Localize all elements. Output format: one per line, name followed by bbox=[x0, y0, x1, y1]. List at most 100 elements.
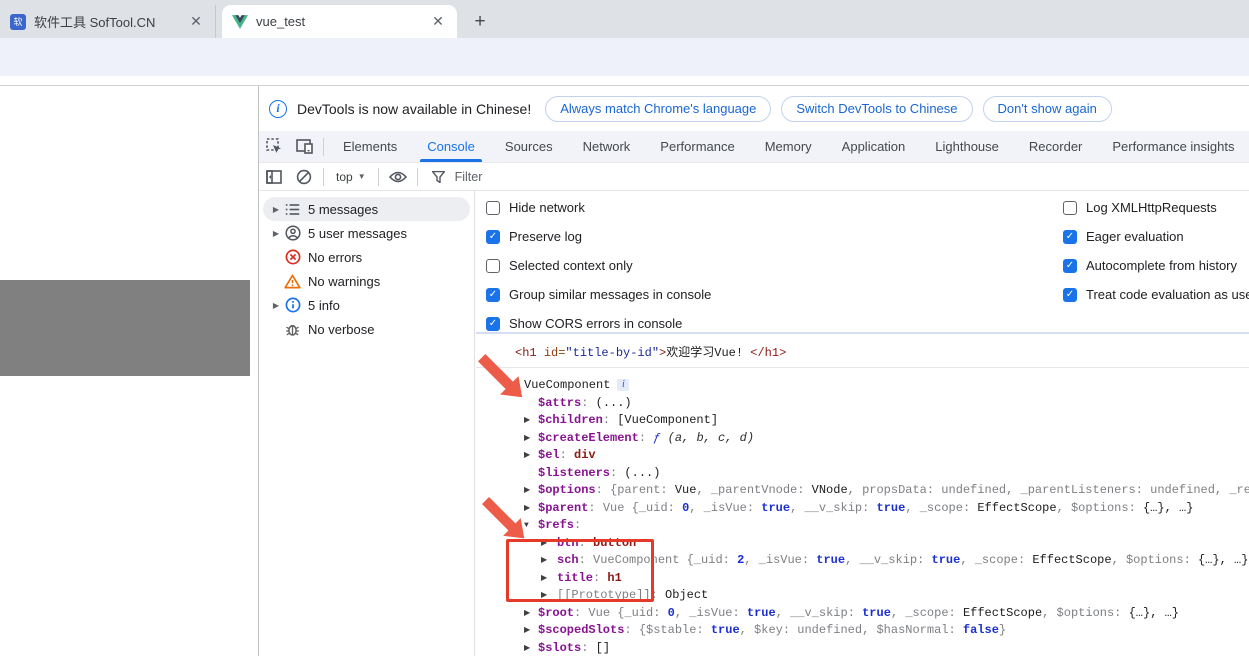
console-tree-row[interactable]: ▶$slots: [] bbox=[476, 640, 1249, 656]
console-tree-row[interactable]: ▶title: h1 bbox=[476, 570, 1249, 588]
checkbox-eager-evaluation[interactable]: ✓ bbox=[1063, 230, 1077, 244]
devtools-tab-console[interactable]: Console bbox=[412, 131, 490, 162]
console-text-segment: $listeners bbox=[538, 466, 610, 480]
console-tree-row[interactable]: ▶btn: button bbox=[476, 535, 1249, 553]
sidebar-item-no-verbose[interactable]: No verbose bbox=[263, 317, 470, 341]
console-tree-row[interactable]: ▶$createElement: ƒ (a, b, c, d) bbox=[476, 430, 1249, 448]
switch-devtools-chinese-button[interactable]: Switch DevTools to Chinese bbox=[781, 96, 972, 122]
console-tree-row[interactable]: $listeners: (...) bbox=[476, 465, 1249, 483]
devtools-tab-application[interactable]: Application bbox=[827, 131, 921, 162]
always-match-language-button[interactable]: Always match Chrome's language bbox=[545, 96, 771, 122]
chevron-down-icon: ▼ bbox=[358, 172, 366, 181]
setting-row: ✓Treat code evaluation as user action bbox=[1063, 280, 1249, 309]
browser-tab-vue-test[interactable]: vue_test ✕ bbox=[222, 5, 457, 38]
devtools-tab-sources[interactable]: Sources bbox=[490, 131, 568, 162]
expand-arrow-icon[interactable]: ▶ bbox=[524, 605, 538, 623]
console-text-segment: : bbox=[610, 466, 624, 480]
console-tree-row[interactable]: ▶[[Prototype]]: Object bbox=[476, 587, 1249, 605]
expand-arrow-icon[interactable]: ▶ bbox=[268, 205, 284, 214]
expand-arrow-icon[interactable]: ▶ bbox=[541, 570, 557, 588]
sidebar-item-no-errors[interactable]: No errors bbox=[263, 245, 470, 269]
console-text-segment: , …} bbox=[1150, 606, 1179, 620]
javascript-context-selector[interactable]: top▼ bbox=[328, 170, 374, 184]
console-text-segment: [VueComponent] bbox=[617, 413, 718, 427]
sidebar-item-5-user-messages[interactable]: ▶5 user messages bbox=[263, 221, 470, 245]
checkbox-show-cors-errors-in-console[interactable]: ✓ bbox=[486, 317, 500, 331]
console-text-segment: {…} bbox=[1129, 606, 1151, 620]
console-text-segment: , __v_skip: bbox=[790, 501, 876, 515]
console-text-segment: , $options: bbox=[1042, 606, 1128, 620]
devtools-tab-recorder[interactable]: Recorder bbox=[1014, 131, 1097, 162]
expand-arrow-icon[interactable]: ▶ bbox=[524, 430, 538, 448]
console-tree-row[interactable]: ▶$parent: Vue {_uid: 0, _isVue: true, __… bbox=[476, 500, 1249, 518]
console-text-segment: div bbox=[574, 448, 596, 462]
devtools-tab-performance-insights[interactable]: Performance insights bbox=[1097, 131, 1249, 162]
console-text-segment: $root bbox=[538, 606, 574, 620]
console-text-segment: 0 bbox=[668, 606, 675, 620]
checkbox-autocomplete-from-history[interactable]: ✓ bbox=[1063, 259, 1077, 273]
console-text-segment: : bbox=[581, 396, 595, 410]
expand-arrow-icon[interactable]: ▶ bbox=[541, 535, 557, 553]
checkbox-hide-network[interactable] bbox=[486, 201, 500, 215]
console-tree-row[interactable]: ▶$options: {parent: Vue, _parentVnode: V… bbox=[476, 482, 1249, 500]
browser-tab-softool[interactable]: 软 软件工具 SofTool.CN ✕ bbox=[0, 5, 216, 38]
devtools-tab-performance[interactable]: Performance bbox=[645, 131, 749, 162]
setting-row: Hide network bbox=[486, 193, 711, 222]
checkbox-preserve-log[interactable]: ✓ bbox=[486, 230, 500, 244]
devtools-tab-network[interactable]: Network bbox=[568, 131, 646, 162]
console-text-segment: ƒ bbox=[653, 431, 667, 445]
live-expression-eye-icon[interactable] bbox=[383, 165, 413, 189]
console-tree-row[interactable]: ▶$root: Vue {_uid: 0, _isVue: true, __v_… bbox=[476, 605, 1249, 623]
value-info-badge-icon[interactable]: i bbox=[617, 379, 629, 391]
device-toolbar-icon[interactable] bbox=[289, 135, 319, 159]
infobar-message: DevTools is now available in Chinese! bbox=[297, 101, 531, 117]
filter-input[interactable] bbox=[453, 169, 707, 185]
console-text-segment: true bbox=[816, 553, 845, 567]
console-text-segment: EffectScope bbox=[1032, 553, 1111, 567]
devtools-tab-elements[interactable]: Elements bbox=[328, 131, 412, 162]
console-tree-row[interactable]: ▼$refs: bbox=[476, 517, 1249, 535]
console-text-segment: : bbox=[560, 448, 574, 462]
expand-arrow-icon[interactable]: ▶ bbox=[524, 640, 538, 656]
clear-console-icon[interactable] bbox=[289, 165, 319, 189]
setting-row: Log XMLHttpRequests bbox=[1063, 193, 1249, 222]
devtools-tab-lighthouse[interactable]: Lighthouse bbox=[920, 131, 1014, 162]
expand-arrow-icon[interactable]: ▶ bbox=[524, 482, 538, 500]
checkbox-selected-context-only[interactable] bbox=[486, 259, 500, 273]
checkbox-treat-code-evaluation-as-user-action[interactable]: ✓ bbox=[1063, 288, 1077, 302]
console-tree-row[interactable]: ▶$children: [VueComponent] bbox=[476, 412, 1249, 430]
expand-arrow-icon[interactable]: ▶ bbox=[524, 500, 538, 518]
collapse-arrow-icon[interactable]: ▼ bbox=[510, 377, 524, 395]
console-tree-row[interactable]: $attrs: (...) bbox=[476, 395, 1249, 413]
console-text-segment: (...) bbox=[596, 396, 632, 410]
console-tree-row[interactable]: ▶$el: div bbox=[476, 447, 1249, 465]
inspect-element-icon[interactable] bbox=[259, 135, 289, 159]
expand-arrow-icon[interactable]: ▶ bbox=[524, 447, 538, 465]
expand-arrow-icon[interactable]: ▶ bbox=[268, 301, 284, 310]
expand-arrow-icon[interactable]: ▶ bbox=[541, 587, 557, 605]
sidebar-item-no-warnings[interactable]: No warnings bbox=[263, 269, 470, 293]
console-tree-row[interactable]: ▶$scopedSlots: {$stable: true, $key: und… bbox=[476, 622, 1249, 640]
close-tab-icon[interactable]: ✕ bbox=[429, 13, 447, 30]
expand-arrow-icon[interactable]: ▶ bbox=[524, 412, 538, 430]
expand-arrow-icon[interactable]: ▶ bbox=[541, 552, 557, 570]
dont-show-again-button[interactable]: Don't show again bbox=[983, 96, 1112, 122]
console-toolbar: top▼ bbox=[259, 163, 1249, 191]
console-tree-row[interactable]: ▼VueComponenti bbox=[476, 377, 1249, 395]
sidebar-item-5-info[interactable]: ▶5 info bbox=[263, 293, 470, 317]
expand-arrow-icon[interactable]: ▶ bbox=[268, 229, 284, 238]
close-tab-icon[interactable]: ✕ bbox=[187, 13, 205, 30]
new-tab-button[interactable]: + bbox=[466, 8, 494, 36]
setting-row: ✓Group similar messages in console bbox=[486, 280, 711, 309]
sidebar-item-5-messages[interactable]: ▶5 messages bbox=[263, 197, 470, 221]
expand-arrow-icon[interactable]: ▶ bbox=[524, 622, 538, 640]
console-tree-row[interactable]: ▶sch: VueComponent {_uid: 2, _isVue: tru… bbox=[476, 552, 1249, 570]
info-icon: i bbox=[269, 100, 287, 118]
console-sidebar-toggle-icon[interactable] bbox=[259, 165, 289, 189]
checkbox-log-xmlhttprequests[interactable] bbox=[1063, 201, 1077, 215]
devtools-tab-memory[interactable]: Memory bbox=[750, 131, 827, 162]
setting-row: ✓Preserve log bbox=[486, 222, 711, 251]
collapse-arrow-icon[interactable]: ▼ bbox=[524, 517, 538, 535]
checkbox-group-similar-messages-in-console[interactable]: ✓ bbox=[486, 288, 500, 302]
console-text-segment: $slots bbox=[538, 641, 581, 655]
